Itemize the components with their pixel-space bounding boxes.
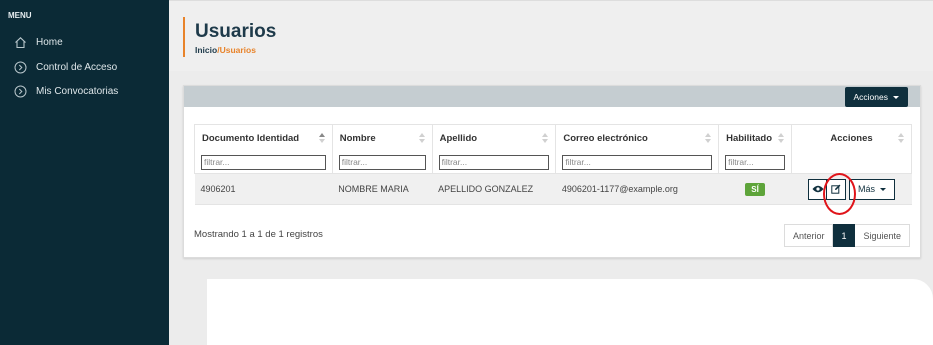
filter-nombre-input[interactable] [338,154,426,170]
pagination-prev[interactable]: Anterior [783,224,834,247]
filter-row [194,151,912,174]
caret-down-icon [880,187,887,191]
cell-correo: 4906201-1177@example.org [555,173,719,205]
row-actions: Más [808,178,896,200]
column-header-acciones[interactable]: Acciones [791,124,912,152]
page-title: Usuarios [195,21,277,42]
sidebar: MENU Home Control de Acceso Mis Convocat… [0,0,169,345]
sort-icon [778,133,785,144]
edit-button[interactable] [827,178,846,200]
card-toolbar: Acciones [184,86,920,107]
column-header-nombre[interactable]: Nombre [331,124,433,152]
column-header-habilitado[interactable]: Habilitado [718,124,792,152]
column-header-apellido[interactable]: Apellido [431,124,556,152]
more-dropdown-button[interactable]: Más [849,178,896,200]
sidebar-item-label: Mis Convocatorias [36,85,119,97]
cell-apellido: APELLIDO GONZALEZ [432,173,556,205]
filter-habilitado-input[interactable] [725,154,786,170]
sort-icon [418,133,425,144]
sort-icon [898,133,904,144]
cell-nombre: NOMBRE MARIA [332,173,433,205]
edit-icon [831,184,841,194]
page-header: Usuarios Inicio/Usuarios [169,0,933,71]
column-header-correo[interactable]: Correo electrónico [555,124,719,152]
breadcrumb-current: Usuarios [219,45,256,55]
main-area: Usuarios Inicio/Usuarios Acciones Docume… [169,0,933,345]
menu-title: MENU [8,11,32,20]
table-info: Mostrando 1 a 1 de 1 registros [194,229,323,240]
sort-icon [705,133,712,144]
acciones-label: Acciones [853,92,889,102]
acciones-dropdown-button[interactable]: Acciones [844,87,908,107]
sort-icon [542,133,549,144]
eye-icon [812,185,823,193]
home-icon [14,36,27,49]
header-accent-bar [183,17,185,57]
cell-habilitado: SÍ [718,173,792,205]
more-label: Más [858,184,876,194]
sidebar-item-home[interactable]: Home [14,34,63,50]
sort-icon [318,133,325,144]
table-header-row: Documento Identidad Nombre Apellido Corr… [194,124,912,152]
pagination-page[interactable]: 1 [833,224,856,247]
users-card: Acciones Documento Identidad Nombre Apel… [183,85,921,258]
sidebar-item-label: Control de Acceso [36,61,118,73]
lower-panel [207,279,933,345]
status-badge: SÍ [745,182,765,196]
view-button[interactable] [808,178,827,200]
caret-down-icon [893,95,899,99]
chevron-circle-icon [14,61,27,74]
sidebar-item-mis-convocatorias[interactable]: Mis Convocatorias [14,83,118,99]
table-row: 4906201 NOMBRE MARIA APELLIDO GONZALEZ 4… [194,173,912,205]
pagination: Anterior 1 Siguiente [783,224,910,247]
filter-empty-cell [791,151,912,174]
sidebar-item-control-acceso[interactable]: Control de Acceso [14,59,117,75]
filter-apellido-input[interactable] [438,154,550,170]
cell-documento: 4906201 [194,173,333,205]
cell-acciones: Más [791,173,912,205]
filter-documento-input[interactable] [201,154,326,170]
users-table: Documento Identidad Nombre Apellido Corr… [194,124,912,205]
breadcrumb: Inicio/Usuarios [195,45,256,55]
chevron-circle-icon [14,85,27,98]
filter-correo-input[interactable] [562,154,713,170]
sidebar-item-label: Home [36,36,63,48]
breadcrumb-home[interactable]: Inicio [195,45,217,55]
pagination-next[interactable]: Siguiente [855,224,910,247]
column-header-documento[interactable]: Documento Identidad [194,124,333,152]
